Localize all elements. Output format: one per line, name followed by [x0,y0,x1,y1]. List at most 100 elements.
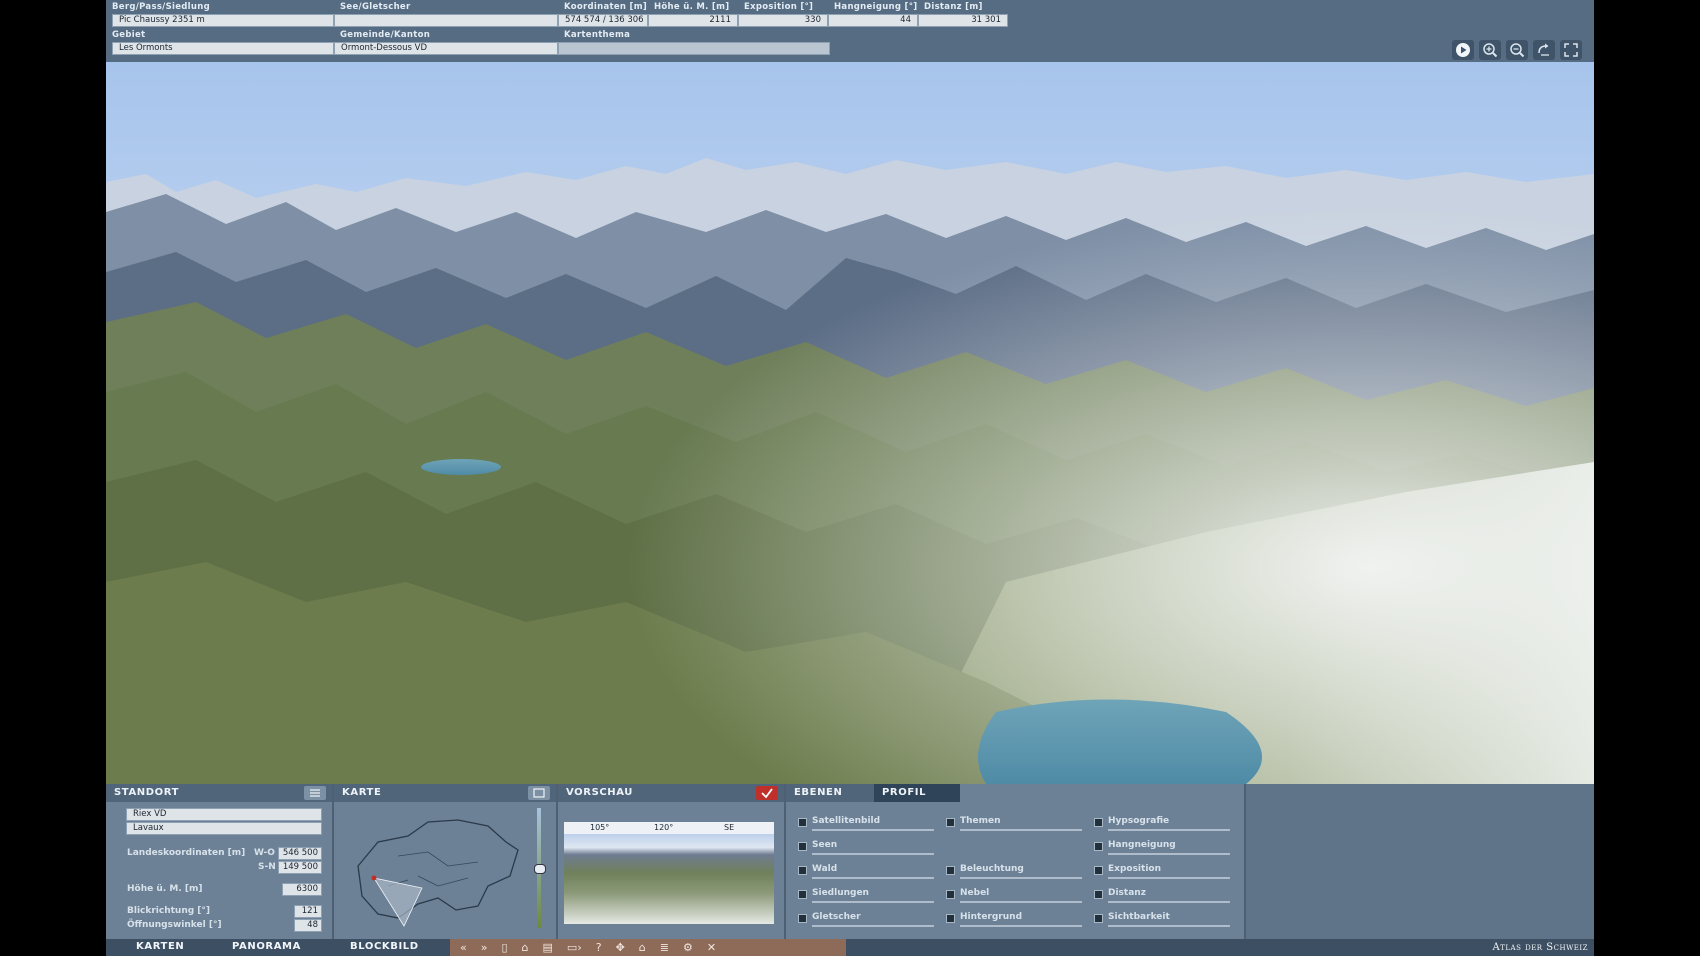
opacity-slider[interactable] [960,829,1082,831]
layer-distanz[interactable]: Distanz [1094,888,1234,906]
layer-hangneigung[interactable]: Hangneigung [1094,840,1234,858]
print-icon[interactable]: ▤ [543,941,553,954]
settings-icon[interactable]: ✥ [616,941,625,954]
layer-themen[interactable]: Themen [946,816,1086,834]
rotate-icon [1538,43,1549,56]
opacity-slider[interactable] [812,877,934,879]
field-distanz: Distanz [m] 31 301 [918,0,1008,30]
home-icon[interactable]: ⌂ [639,941,646,954]
zoom-out-button[interactable] [1506,40,1528,60]
gebiet-value: Les Ormonts [112,42,334,55]
checkbox[interactable] [1094,866,1103,875]
standort-panel: STANDORT Riex VD Lavaux Landeskoordinate… [106,784,334,939]
checkbox[interactable] [798,890,807,899]
map-icon [533,788,545,798]
opacity-slider[interactable] [812,829,934,831]
panorama-view[interactable] [106,62,1594,784]
tab-blockbild[interactable]: BLOCKBILD [350,941,419,952]
hoehe-input[interactable]: 6300 [282,883,322,896]
layer-gletscher[interactable]: Gletscher [798,912,938,930]
play-button[interactable] [1452,40,1474,60]
tab-karten[interactable]: KARTEN [136,941,184,952]
opacity-slider[interactable] [812,925,934,927]
checkbox[interactable] [1094,914,1103,923]
ebenen-panel: EBENEN PROFIL Satellitenbild Seen Wald S… [786,784,1246,939]
field-hoehe: Höhe ü. M. [m] 2111 [648,0,738,30]
options-icon[interactable]: ⚙ [683,941,693,954]
checkbox[interactable] [798,842,807,851]
checkbox[interactable] [798,818,807,827]
field-berg: Berg/Pass/Siedlung Pic Chaussy 2351 m [106,0,334,30]
layer-beleuchtung[interactable]: Beleuchtung [946,864,1086,882]
layer-hintergrund[interactable]: Hintergrund [946,912,1086,930]
sn-input[interactable]: 149 500 [278,861,322,874]
trash-icon[interactable]: ▯ [501,941,507,954]
checkbox[interactable] [946,866,955,875]
checkbox[interactable] [1094,890,1103,899]
layer-seen[interactable]: Seen [798,840,938,858]
rotate-button[interactable] [1533,40,1555,60]
opacity-slider[interactable] [960,925,1082,927]
karte-map-button[interactable] [528,786,550,800]
preview-image[interactable]: 105° 120° SE [564,822,774,924]
wo-input[interactable]: 546 500 [278,847,322,860]
opacity-slider[interactable] [812,853,934,855]
export-icon[interactable]: ▭› [567,941,582,954]
place-field-1[interactable]: Riex VD [126,808,322,821]
opacity-slider[interactable] [1108,877,1230,879]
checkbox[interactable] [1094,818,1103,827]
fullscreen-button[interactable] [1560,40,1582,60]
preview-tick-se: SE [724,823,735,832]
preview-tick-120: 120° [654,823,674,832]
opacity-slider[interactable] [1108,853,1230,855]
zoom-in-button[interactable] [1479,40,1501,60]
layer-nebel[interactable]: Nebel [946,888,1086,906]
blickrichtung-input[interactable]: 121 [294,905,322,918]
checkbox[interactable] [946,890,955,899]
help-icon[interactable]: ? [596,941,602,954]
checkbox[interactable] [946,818,955,827]
standort-list-button[interactable] [304,786,326,800]
zoom-in-icon [1483,43,1498,58]
apply-button[interactable] [756,786,778,800]
rewind-icon[interactable]: « [460,941,467,954]
opacity-slider[interactable] [960,877,1082,879]
opacity-slider[interactable] [1108,901,1230,903]
forward-icon[interactable]: » [481,941,488,954]
checkbox[interactable] [1094,842,1103,851]
tab-profil[interactable]: PROFIL [874,784,960,802]
see-value [334,14,558,27]
opacity-slider[interactable] [960,901,1082,903]
vorschau-panel: VORSCHAU 105° 120° SE [558,784,786,939]
opacity-slider[interactable] [1108,925,1230,927]
altitude-slider-handle[interactable] [534,864,546,874]
vorschau-title: VORSCHAU [566,787,634,798]
close-icon[interactable]: ✕ [707,941,716,954]
lock-icon[interactable]: ⌂ [522,941,529,954]
layer-exposition[interactable]: Exposition [1094,864,1234,882]
layer-sichtbarkeit[interactable]: Sichtbarkeit [1094,912,1234,930]
layer-hypsografie[interactable]: Hypsografie [1094,816,1234,834]
brand-logo: Atlas der Schweiz [1492,942,1588,953]
location-marker[interactable] [371,875,377,881]
tab-panorama[interactable]: PANORAMA [232,941,301,952]
switzerland-map[interactable] [338,806,538,934]
layer-wald[interactable]: Wald [798,864,938,882]
field-exposition: Exposition [°] 330 [738,0,828,30]
view-controls [1452,40,1582,60]
checkbox[interactable] [798,866,807,875]
tab-ebenen[interactable]: EBENEN [786,784,874,802]
layers-icon[interactable]: ≣ [660,941,669,954]
info-bar: Berg/Pass/Siedlung Pic Chaussy 2351 m Se… [106,0,1594,62]
field-gemeinde: Gemeinde/Kanton Ormont-Dessous VD [334,28,558,58]
atlas-app: Berg/Pass/Siedlung Pic Chaussy 2351 m Se… [106,0,1594,956]
opacity-slider[interactable] [812,901,934,903]
altitude-slider[interactable] [534,808,546,928]
layer-siedlungen[interactable]: Siedlungen [798,888,938,906]
checkbox[interactable] [798,914,807,923]
place-field-2[interactable]: Lavaux [126,822,322,835]
opacity-slider[interactable] [1108,829,1230,831]
layer-satellitenbild[interactable]: Satellitenbild [798,816,938,834]
checkbox[interactable] [946,914,955,923]
oeffnungswinkel-input[interactable]: 48 [294,919,322,932]
